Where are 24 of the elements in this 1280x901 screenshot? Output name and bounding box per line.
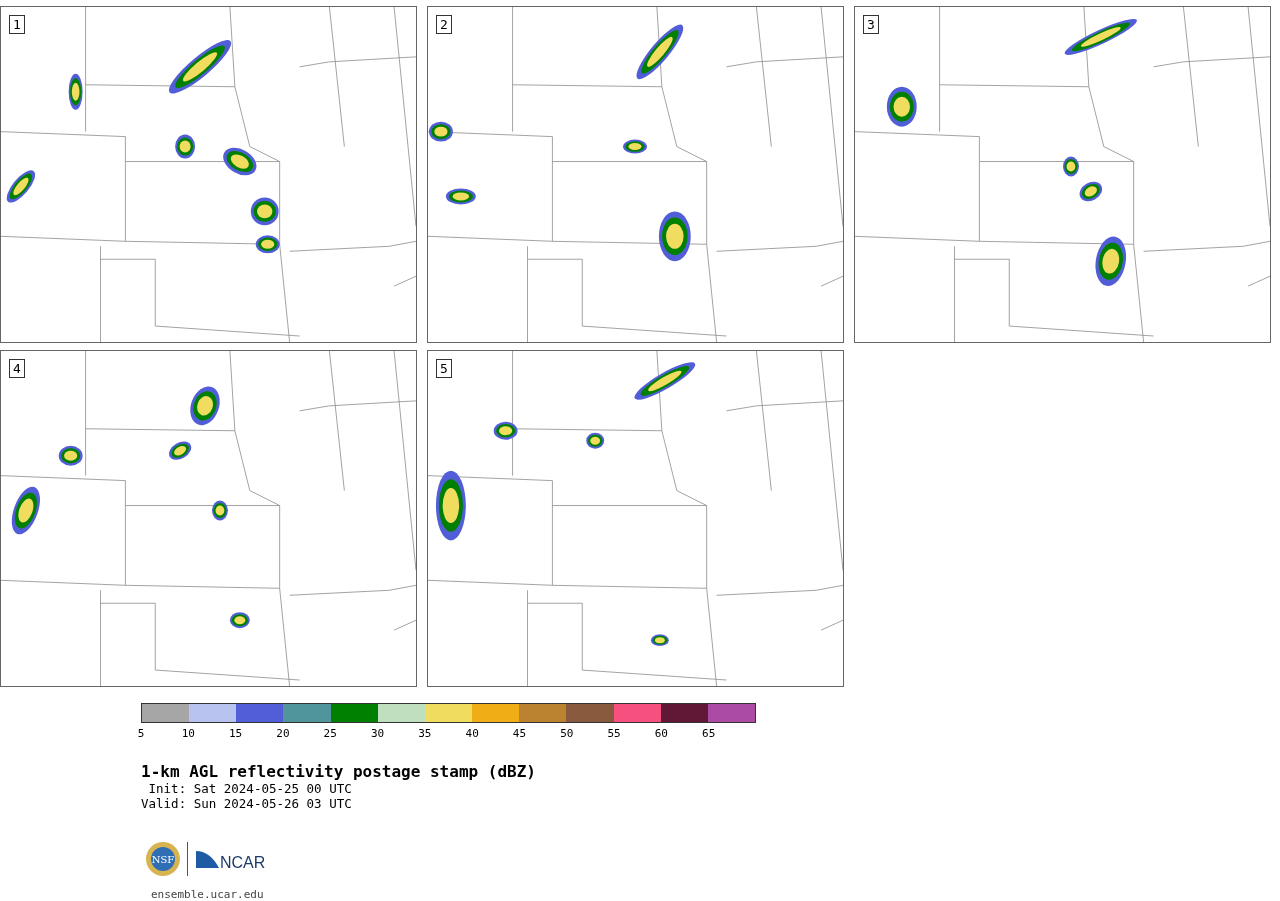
panel-number: 3 bbox=[863, 15, 879, 34]
site-address: ensemble.ucar.edu bbox=[151, 888, 264, 901]
tick-label: 45 bbox=[512, 727, 527, 740]
tick-label: 25 bbox=[323, 727, 337, 740]
panel-number: 5 bbox=[436, 359, 452, 378]
panel-number: 4 bbox=[9, 359, 25, 378]
tick-label: 35 bbox=[418, 727, 432, 740]
tick-label: 55 bbox=[607, 727, 621, 740]
nsf-logo: NSF bbox=[145, 841, 181, 877]
tick-label: 15 bbox=[229, 727, 243, 740]
panel-number: 1 bbox=[9, 15, 25, 34]
init-time: Init: Sat 2024-05-25 00 UTC bbox=[147, 781, 352, 796]
tick-label: 5 bbox=[137, 727, 145, 740]
tick-label: 60 bbox=[654, 727, 668, 740]
ncar-logo: NCAR bbox=[194, 848, 268, 870]
valid-time: Valid: Sun 2024-05-26 03 UTC bbox=[141, 796, 352, 811]
tick-label: 20 bbox=[276, 727, 290, 740]
chart-title: 1-km AGL reflectivity postage stamp (dBZ) bbox=[141, 763, 536, 781]
tick-label: 10 bbox=[181, 727, 195, 740]
panel-number: 2 bbox=[436, 15, 452, 34]
tick-label: 40 bbox=[465, 727, 479, 740]
tick-label: 65 bbox=[702, 727, 716, 740]
tick-label: 50 bbox=[560, 727, 574, 740]
tick-label: 30 bbox=[370, 727, 385, 740]
